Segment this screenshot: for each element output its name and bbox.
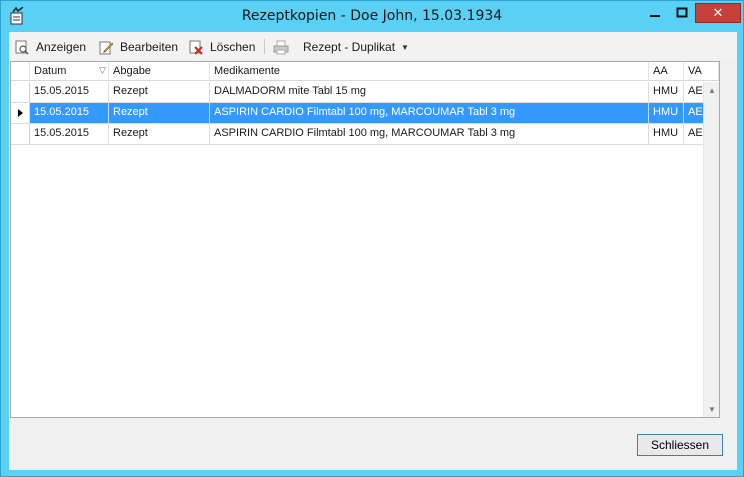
- chevron-up-icon: ▲: [708, 85, 716, 95]
- row-header-corner: [11, 62, 30, 81]
- print-button[interactable]: [273, 38, 295, 56]
- scroll-down-button[interactable]: ▼: [704, 401, 720, 417]
- minimize-icon: [650, 15, 660, 17]
- chevron-down-icon: ▼: [708, 404, 716, 414]
- edit-pencil-icon: [99, 41, 114, 54]
- cell-abgabe: Rezept: [109, 82, 210, 103]
- prescription-duplicate-dropdown[interactable]: Rezept - Duplikat ▼: [303, 38, 409, 56]
- cell-datum: 15.05.2015: [30, 82, 109, 103]
- cell-datum: 15.05.2015: [30, 103, 109, 124]
- row-header[interactable]: [11, 124, 30, 145]
- show-button-label: Anzeigen: [36, 40, 87, 54]
- cell-medikamente: DALMADORM mite Tabl 15 mg: [210, 82, 649, 103]
- dropdown-caret-icon: ▼: [401, 42, 409, 52]
- column-header-va[interactable]: VA: [684, 62, 719, 81]
- toolbar-separator: [264, 39, 265, 54]
- vertical-scrollbar[interactable]: ▲ ▼: [703, 82, 719, 417]
- table-row-selected[interactable]: 15.05.2015 Rezept ASPIRIN CARDIO Filmtab…: [11, 103, 719, 124]
- cell-abgabe: Rezept: [109, 103, 210, 124]
- cell-medikamente: ASPIRIN CARDIO Filmtabl 100 mg, MARCOUMA…: [210, 103, 649, 124]
- minimize-button[interactable]: [640, 3, 670, 23]
- show-button[interactable]: Anzeigen: [15, 38, 86, 56]
- delete-document-icon: [189, 40, 203, 55]
- cell-aa: HMU: [649, 124, 684, 145]
- row-header[interactable]: [11, 82, 30, 103]
- maximize-button[interactable]: [667, 3, 697, 23]
- cell-aa: HMU: [649, 82, 684, 103]
- duplicate-dropdown-label: Rezept - Duplikat: [303, 40, 396, 54]
- delete-button[interactable]: Löschen: [189, 38, 255, 56]
- column-header-datum[interactable]: Datum: [30, 62, 109, 81]
- footer-panel: [10, 419, 736, 469]
- delete-button-label: Löschen: [210, 40, 256, 54]
- close-window-button[interactable]: ✕: [695, 3, 741, 23]
- client-area: Anzeigen Bearbeiten Löschen Rezept - Dup…: [9, 32, 737, 470]
- edit-button-label: Bearbeiten: [120, 40, 179, 54]
- column-header-medikamente[interactable]: Medikamente: [210, 62, 649, 81]
- sort-descending-icon: ▽: [99, 65, 106, 75]
- window-title: Rezeptkopien - Doe John, 15.03.1934: [241, 8, 503, 24]
- prescription-grid[interactable]: Datum ▽ Abgabe Medikamente AA VA 15.05.2…: [10, 61, 720, 418]
- column-header-abgabe[interactable]: Abgabe: [109, 62, 210, 81]
- cell-medikamente: ASPIRIN CARDIO Filmtabl 100 mg, MARCOUMA…: [210, 124, 649, 145]
- printer-icon: [273, 40, 289, 54]
- title-bar[interactable]: Rezeptkopien - Doe John, 15.03.1934 ✕: [1, 1, 743, 31]
- cell-abgabe: Rezept: [109, 124, 210, 145]
- close-dialog-button[interactable]: Schliessen: [637, 434, 723, 456]
- maximize-icon: [676, 7, 688, 18]
- table-row[interactable]: 15.05.2015 Rezept DALMADORM mite Tabl 15…: [11, 82, 719, 103]
- edit-button[interactable]: Bearbeiten: [99, 38, 178, 56]
- grid-header: Datum ▽ Abgabe Medikamente AA VA: [11, 62, 719, 81]
- scroll-up-button[interactable]: ▲: [704, 82, 720, 98]
- row-header[interactable]: [11, 103, 30, 124]
- dialog-window: Rezeptkopien - Doe John, 15.03.1934 ✕ An…: [0, 0, 744, 477]
- column-header-aa[interactable]: AA: [649, 62, 684, 81]
- magnifier-document-icon: [15, 40, 29, 55]
- cell-datum: 15.05.2015: [30, 124, 109, 145]
- table-row[interactable]: 15.05.2015 Rezept ASPIRIN CARDIO Filmtab…: [11, 124, 719, 145]
- cell-aa: HMU: [649, 103, 684, 124]
- toolbar: Anzeigen Bearbeiten Löschen Rezept - Dup…: [9, 32, 737, 60]
- current-row-arrow-icon: [18, 109, 23, 117]
- close-icon: ✕: [712, 5, 724, 21]
